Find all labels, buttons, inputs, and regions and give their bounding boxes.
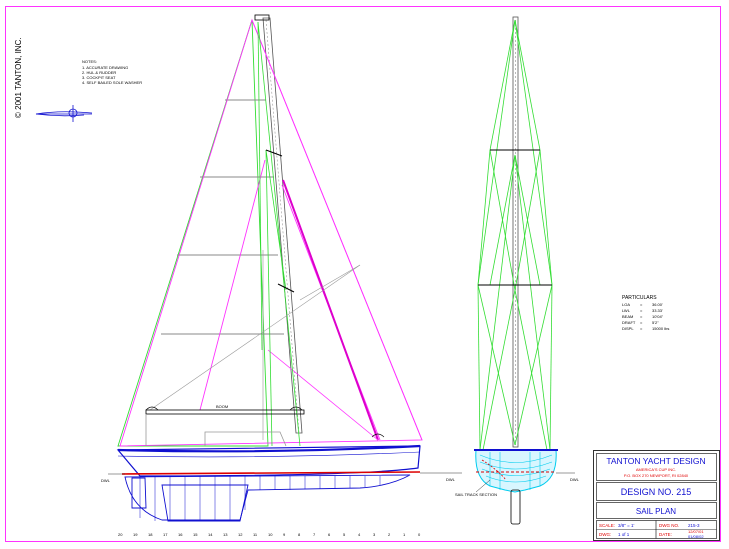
particulars-value: 33.33' (652, 308, 663, 313)
station-number: 1 (403, 532, 406, 537)
rudder (131, 477, 147, 509)
svg-text:=: = (640, 308, 643, 313)
dwl-label: DWL (101, 478, 111, 483)
station-number: 18 (148, 532, 153, 537)
company-name: TANTON YACHT DESIGN (606, 456, 705, 466)
particulars-label: LOA (622, 302, 630, 307)
station-number: 6 (328, 532, 331, 537)
profile-view: BOOM DWL (101, 14, 462, 522)
station-number: 11 (253, 532, 258, 537)
particulars-label: DISPL (622, 326, 634, 331)
sheet-title: SAIL PLAN (636, 507, 676, 516)
waterline (121, 471, 421, 475)
dwl-label: DWL (570, 477, 580, 482)
station-number: 8 (298, 532, 301, 537)
station-number: 2 (388, 532, 391, 537)
station-number: 20 (118, 532, 123, 537)
front-view: DWL DWL SAIL TRACK SECTION (446, 16, 580, 525)
masthead (254, 14, 270, 21)
svg-text:=: = (640, 302, 643, 307)
dwg-no-label: DWG NO. (659, 523, 679, 528)
notes-heading: NOTES: (82, 59, 97, 64)
front-spreaders (478, 149, 552, 286)
station-number: 0 (418, 532, 421, 537)
station-number: 9 (283, 532, 286, 537)
station-number: 5 (343, 532, 346, 537)
mast (262, 17, 303, 434)
particulars-label: LWL (622, 308, 631, 313)
particulars-heading: PARTICULARS (622, 295, 657, 301)
particulars-value: 10'04" (652, 314, 664, 319)
boom (145, 409, 305, 415)
particulars-label: BEAM (622, 314, 633, 319)
dwg-no-value: 215-3 (688, 523, 700, 528)
particulars-value: 15000 lbs (652, 326, 669, 331)
station-number: 10 (268, 532, 273, 537)
station-number: 17 (163, 532, 168, 537)
station-number: 4 (358, 532, 361, 537)
dwg-value: 1 of 1 (618, 532, 630, 537)
station-lines (139, 476, 381, 521)
station-number: 12 (238, 532, 243, 537)
scale-value: 3/8" = 1' (618, 523, 634, 528)
company-address: P.O. BOX 270 NEWPORT, RI 02840 (624, 473, 689, 478)
coachroof (145, 414, 287, 447)
design-number: DESIGN NO. 215 (621, 487, 692, 497)
mainsail-battens (161, 99, 284, 335)
sail-plan-drawing: © 2001 TANTON, INC. NOTES: 1. ACCURATE D… (5, 6, 721, 542)
particulars-block: PARTICULARS LOA = 36.00' LWL = 33.33' BE… (622, 295, 669, 331)
svg-text:=: = (640, 320, 643, 325)
scale-label: SCALE: (599, 523, 615, 528)
date-label: DATE: (659, 532, 672, 537)
svg-text:=: = (640, 314, 643, 319)
copyright-text: © 2001 TANTON, INC. (14, 37, 23, 118)
notes-block: NOTES: 1. ACCURATE DRAWING 2. HUL & RUDD… (82, 59, 142, 85)
station-number: 19 (133, 532, 138, 537)
section-note: SAIL TRACK SECTION (455, 492, 497, 497)
particulars-value: 36.00' (652, 302, 663, 307)
running-rigging (149, 250, 361, 440)
station-number: 7 (313, 532, 316, 537)
notes-item: 4. SELF BAILED SOLE WASHER (82, 80, 142, 85)
boom-note: BOOM (216, 404, 228, 409)
section-keel (510, 489, 521, 525)
station-number: 16 (178, 532, 183, 537)
keel (161, 484, 249, 522)
company-subline: AMERICA'S CUP INC. (636, 467, 676, 472)
rev-date-value: 01/08/02 (688, 534, 704, 539)
underbody (124, 474, 411, 521)
station-number: 13 (223, 532, 228, 537)
svg-text:=: = (640, 326, 643, 331)
station-number: 14 (208, 532, 213, 537)
station-number: 15 (193, 532, 198, 537)
particulars-label: DRAFT (622, 320, 636, 325)
station-number: 3 (373, 532, 376, 537)
station-numbers: 20 19 18 17 16 15 14 13 12 11 10 9 8 7 6… (118, 532, 421, 537)
title-block: TANTON YACHT DESIGN AMERICA'S CUP INC. P… (593, 450, 720, 541)
particulars-value: 5'2" (652, 320, 659, 325)
front-shrouds (477, 19, 553, 451)
key-symbol (35, 105, 93, 122)
dwl-label: DWL (446, 477, 456, 482)
dwg-label: DWG: (599, 532, 611, 537)
